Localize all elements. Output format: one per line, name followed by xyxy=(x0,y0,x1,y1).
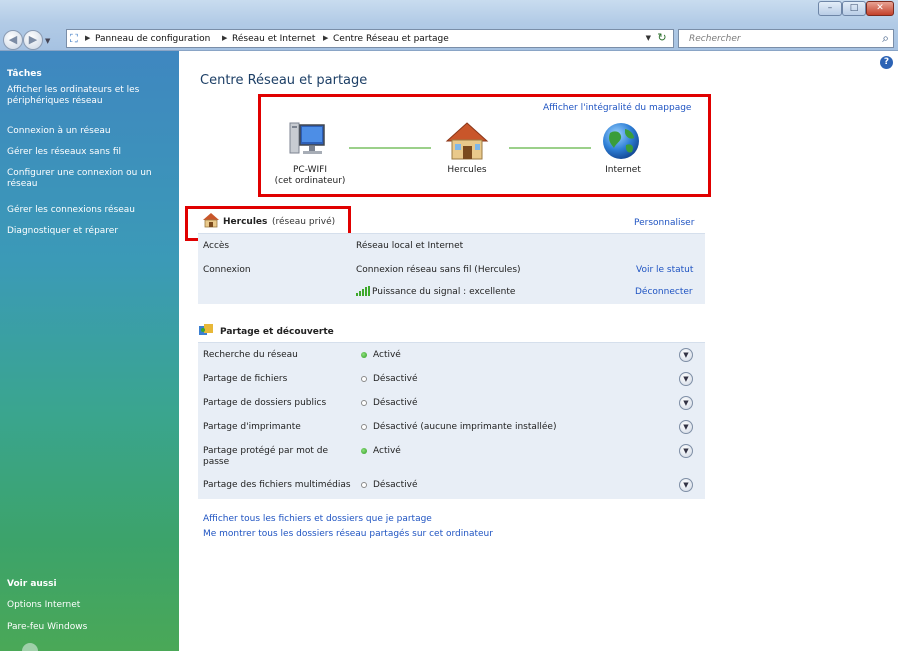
status-off-icon xyxy=(361,376,367,382)
sharing-icon xyxy=(199,324,213,335)
connection-value: Connexion réseau sans fil (Hercules) xyxy=(356,265,521,275)
sidebar-item-connect-network[interactable]: Connexion à un réseau xyxy=(7,126,172,137)
windows-orb-icon xyxy=(22,643,38,651)
customize-link[interactable]: Personnaliser xyxy=(634,218,694,228)
signal-strength-value: Puissance du signal : excellente xyxy=(372,287,516,297)
show-shared-folders-link[interactable]: Me montrer tous les dossiers réseau part… xyxy=(203,529,493,539)
node-computer-name: PC-WIFI xyxy=(293,165,327,175)
sharing-row: Recherche du réseau Activé ▼ xyxy=(198,345,705,367)
sharing-row: Partage des fichiers multimédias Désacti… xyxy=(198,475,705,497)
sharing-row: Partage de dossiers publics Désactivé ▼ xyxy=(198,393,705,415)
internet-globe-icon[interactable] xyxy=(601,121,641,161)
signal-strength-icon xyxy=(356,286,370,296)
status-on-icon xyxy=(361,448,367,454)
sharing-panel: Recherche du réseau Activé ▼ Partage de … xyxy=(198,342,705,499)
sidebar-item-manage-connections[interactable]: Gérer les connexions réseau xyxy=(7,205,172,216)
breadcrumb-separator-icon: ▶ xyxy=(85,34,91,42)
expand-chevron-icon[interactable]: ▼ xyxy=(679,420,693,434)
sharing-row-status: Activé xyxy=(373,350,401,360)
show-shared-files-link[interactable]: Afficher tous les fichiers et dossiers q… xyxy=(203,514,432,524)
history-dropdown-icon[interactable]: ▼ xyxy=(45,37,50,45)
network-house-icon xyxy=(203,213,219,228)
sharing-row-label: Partage des fichiers multimédias xyxy=(203,480,351,490)
refresh-icon[interactable]: ↻ xyxy=(654,31,670,46)
sharing-row-status: Activé xyxy=(373,446,401,456)
arrow-right-icon: ▶ xyxy=(28,33,38,46)
sharing-row: Partage protégé par mot de passe Activé … xyxy=(198,441,705,475)
search-input[interactable]: Rechercher ⌕ xyxy=(678,29,894,48)
connection-line xyxy=(349,147,431,149)
sharing-row-status: Désactivé xyxy=(373,480,418,490)
network-center-icon: ⛶ xyxy=(70,32,78,45)
sharing-row-label: Recherche du réseau xyxy=(203,350,298,360)
see-also-heading: Voir aussi xyxy=(7,579,57,589)
tasks-heading: Tâches xyxy=(7,69,42,79)
minimize-button[interactable]: – xyxy=(818,1,842,16)
sharing-row-label: Partage de dossiers publics xyxy=(203,398,327,408)
breadcrumb-network-center[interactable]: Centre Réseau et partage xyxy=(333,34,449,44)
sharing-row: Partage d'imprimante Désactivé (aucune i… xyxy=(198,417,705,439)
sidebar: Tâches Afficher les ordinateurs et les p… xyxy=(0,51,179,651)
sharing-row-label: Partage protégé par mot de passe xyxy=(203,446,328,467)
connection-label: Connexion xyxy=(203,265,251,275)
node-computer-sub: (cet ordinateur) xyxy=(274,176,346,186)
back-button[interactable]: ◀ xyxy=(3,30,23,50)
search-icon[interactable]: ⌕ xyxy=(882,31,889,46)
network-details-panel: Accès Réseau local et Internet Connexion… xyxy=(198,233,705,304)
network-type: (réseau privé) xyxy=(272,217,336,227)
computer-icon xyxy=(289,122,325,154)
sharing-row: Partage de fichiers Désactivé ▼ xyxy=(198,369,705,391)
sidebar-item-diagnose[interactable]: Diagnostiquer et réparer xyxy=(7,226,172,237)
status-off-icon xyxy=(361,482,367,488)
maximize-button[interactable]: □ xyxy=(842,1,866,16)
breadcrumb-network-internet[interactable]: Réseau et Internet xyxy=(232,34,315,44)
help-icon[interactable]: ? xyxy=(880,56,893,69)
sharing-row-label: Partage de fichiers xyxy=(203,374,288,384)
node-router-name: Hercules xyxy=(447,165,487,175)
expand-chevron-icon[interactable]: ▼ xyxy=(679,396,693,410)
sharing-row-status: Désactivé xyxy=(373,398,418,408)
sharing-row-status: Désactivé xyxy=(373,374,418,384)
page-title: Centre Réseau et partage xyxy=(200,73,368,88)
breadcrumb-control-panel[interactable]: Panneau de configuration xyxy=(95,34,210,44)
status-on-icon xyxy=(361,352,367,358)
node-router-label: Hercules xyxy=(427,165,507,176)
sidebar-item-firewall[interactable]: Pare-feu Windows xyxy=(7,622,172,633)
sidebar-item-manage-wireless[interactable]: Gérer les réseaux sans fil xyxy=(7,147,172,158)
node-internet-label: Internet xyxy=(583,165,663,176)
close-button[interactable]: ✕ xyxy=(866,1,894,16)
node-computer-label: PC-WIFI (cet ordinateur) xyxy=(270,165,350,187)
access-label: Accès xyxy=(203,241,230,251)
connection-line xyxy=(509,147,591,149)
access-value: Réseau local et Internet xyxy=(356,241,464,251)
view-status-link[interactable]: Voir le statut xyxy=(636,265,693,275)
search-placeholder: Rechercher xyxy=(689,34,741,44)
breadcrumb-separator-icon: ▶ xyxy=(323,34,329,42)
network-name: Hercules xyxy=(223,217,268,227)
expand-chevron-icon[interactable]: ▼ xyxy=(679,372,693,386)
sharing-title: Partage et découverte xyxy=(220,327,334,337)
node-internet-name: Internet xyxy=(605,165,641,175)
address-dropdown-icon[interactable]: ▼ xyxy=(646,34,651,42)
title-bar: – □ ✕ ◀ ▶ ▼ ⛶ ▶ Panneau de configuration… xyxy=(0,0,898,51)
expand-chevron-icon[interactable]: ▼ xyxy=(679,478,693,492)
sidebar-item-internet-options[interactable]: Options Internet xyxy=(7,600,172,611)
house-icon[interactable] xyxy=(445,121,489,161)
sidebar-item-setup-connection[interactable]: Configurer une connexion ou un réseau xyxy=(7,168,172,190)
sidebar-item-view-computers[interactable]: Afficher les ordinateurs et les périphér… xyxy=(7,85,172,107)
status-off-icon xyxy=(361,400,367,406)
sharing-row-status: Désactivé (aucune imprimante installée) xyxy=(373,422,557,432)
arrow-left-icon: ◀ xyxy=(8,33,18,46)
forward-button[interactable]: ▶ xyxy=(23,30,43,50)
sharing-row-label: Partage d'imprimante xyxy=(203,422,301,432)
breadcrumb-separator-icon: ▶ xyxy=(222,34,228,42)
address-bar[interactable]: ⛶ ▶ Panneau de configuration ▶ Réseau et… xyxy=(66,29,674,48)
disconnect-link[interactable]: Déconnecter xyxy=(635,287,693,297)
expand-chevron-icon[interactable]: ▼ xyxy=(679,444,693,458)
expand-chevron-icon[interactable]: ▼ xyxy=(679,348,693,362)
status-off-icon xyxy=(361,424,367,430)
full-map-link[interactable]: Afficher l'intégralité du mappage xyxy=(543,103,691,113)
